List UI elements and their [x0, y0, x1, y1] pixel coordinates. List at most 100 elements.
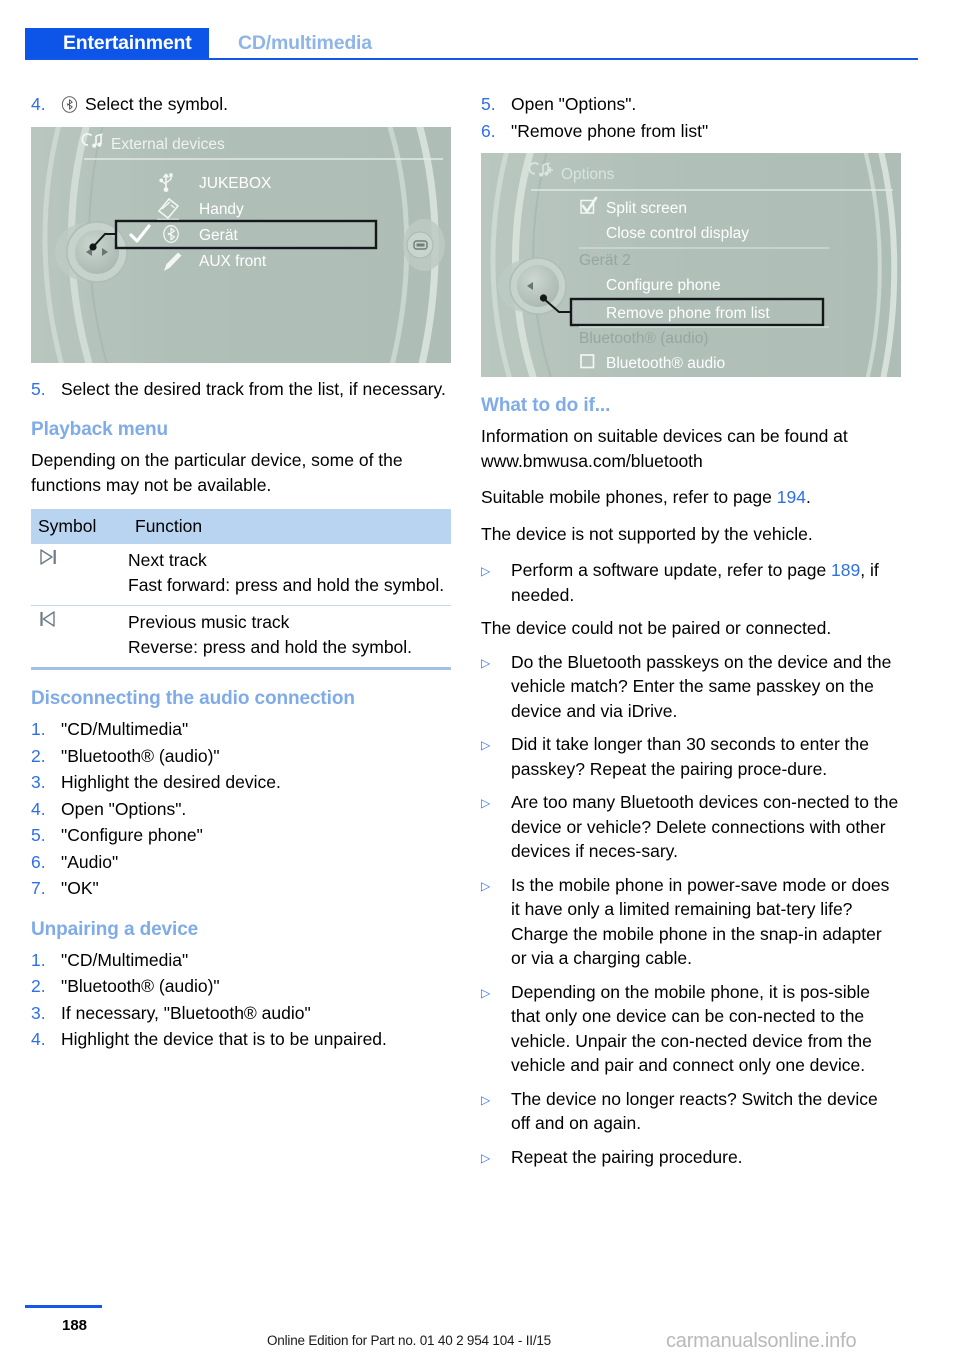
step-number: 4.	[31, 94, 46, 114]
suitable-phones-reference: Suitable mobile phones, refer to page 19…	[481, 485, 901, 510]
step-number: 2.	[31, 976, 46, 996]
column-header-function: Function	[128, 509, 451, 544]
site-watermark: carmanualsonline.info	[666, 1330, 857, 1352]
step-text: Highlight the device that is to be unpai…	[61, 1029, 387, 1049]
edition-notice: Online Edition for Part no. 01 40 2 954 …	[267, 1333, 551, 1348]
footer-rule	[25, 1305, 102, 1308]
step-text: "Bluetooth® (audio)"	[61, 745, 220, 766]
step-number: 3.	[31, 772, 46, 792]
section-heading-what-to-do-if: What to do if...	[481, 395, 611, 416]
next-track-icon	[31, 544, 128, 606]
options-idrive-screen: Options Split screen Close control displ…	[481, 153, 901, 377]
suitable-devices-info: Information on suitable devices can be f…	[481, 426, 848, 471]
step-text: "OK"	[61, 878, 99, 898]
disconnecting-steps: 1. "CD/Multimedia" 2. "Bluetooth® (audio)"…	[31, 717, 451, 901]
right-column: 5. Open "Options". 6. "Remove phone from l…	[481, 92, 901, 1180]
step-text: "Configure phone"	[61, 825, 203, 845]
step-text: "CD/Multimedia"	[61, 719, 189, 739]
bullet-text: Do the Bluetooth passkeys on the device …	[511, 651, 892, 721]
list-item: 4. Select the symbol.	[31, 92, 451, 117]
triangle-right-bullet-icon: ▷	[481, 564, 491, 578]
step-list-after-image: 5. Select the desired track from the lis…	[31, 377, 451, 402]
svg-text:Split screen: Split screen	[606, 200, 687, 217]
case-device-not-supported: The device is not supported by the vehic…	[481, 523, 813, 544]
section-heading-disconnecting: Disconnecting the audio connection	[31, 688, 355, 709]
external-devices-idrive-screen: External devices JUKEBOX Handy Gerät AUX…	[31, 126, 451, 363]
list-item: 3. If necessary, "Bluetooth® audio"	[31, 1001, 451, 1026]
list-item: ▷ Perform a software update, refer to pa…	[481, 558, 901, 607]
step-text: Open "Options".	[511, 94, 637, 114]
step-text: Open "Options".	[61, 798, 187, 819]
svg-text:Gerät 2: Gerät 2	[579, 252, 631, 269]
list-item: 4. Open "Options".	[31, 797, 451, 822]
playback-intro-text: Depending on the particular device, some…	[31, 450, 403, 495]
triangle-right-bullet-icon: ▷	[481, 738, 491, 752]
list-item: 4. Highlight the device that is to be unp…	[31, 1027, 451, 1052]
bullet-text: The device no longer reacts? Switch the …	[511, 1088, 878, 1134]
step-text: "Audio"	[61, 851, 119, 872]
list-item: ▷ The device no longer reacts? Switch th…	[481, 1087, 901, 1136]
table-cell-function: Next track Fast forward: press and hold …	[128, 544, 451, 606]
page-header: Entertainment CD/multimedia	[0, 0, 960, 62]
step-text: "CD/Multimedia"	[61, 949, 189, 970]
step-text: Highlight the desired device.	[61, 772, 281, 792]
step-number: 1.	[31, 949, 46, 970]
page-reference-link[interactable]: 189	[831, 560, 860, 580]
svg-text:JUKEBOX: JUKEBOX	[199, 175, 272, 192]
unpairing-steps: 1. "CD/Multimedia" 2. "Bluetooth® (audio)"…	[31, 948, 451, 1052]
list-item: 2. "Bluetooth® (audio)"	[31, 974, 451, 999]
ref-text-after: .	[805, 487, 811, 507]
step-text: Select the desired track from the list, …	[61, 378, 446, 399]
table-row: Next track Fast forward: press and hold …	[31, 544, 451, 606]
list-item: ▷ Do the Bluetooth passkeys on the devic…	[481, 650, 901, 724]
list-item: ▷ Is the mobile phone in power-save mode…	[481, 873, 901, 971]
function-line: Previous music track	[128, 612, 290, 632]
tab-entertainment[interactable]: Entertainment	[25, 28, 209, 59]
list-item: 5. Select the desired track from the lis…	[31, 377, 451, 402]
svg-text:Remove phone from list: Remove phone from list	[606, 305, 770, 322]
tab-cd-multimedia[interactable]: CD/multimedia	[238, 28, 372, 59]
header-divider	[25, 58, 918, 60]
case-device-not-paired: The device could not be paired or connec…	[481, 618, 832, 638]
list-item: ▷ Are too many Bluetooth devices con-nec…	[481, 790, 901, 864]
left-column: 4. Select the symbol. External devices J…	[31, 92, 451, 1054]
svg-text:Configure phone: Configure phone	[606, 277, 721, 294]
function-line: Reverse: press and hold the symbol.	[128, 636, 413, 657]
bullet-text-before: Perform a software update, refer to page	[511, 560, 832, 580]
table-cell-function: Previous music track Reverse: press and …	[128, 606, 451, 668]
bullet-list-case2: ▷ Do the Bluetooth passkeys on the devic…	[481, 650, 901, 1171]
bullet-text: Is the mobile phone in power-save mode o…	[511, 874, 890, 969]
section-heading-playback-menu: Playback menu	[31, 419, 169, 440]
ref-text-before: Suitable mobile phones, refer to page	[481, 487, 777, 507]
step-number: 3.	[31, 1002, 46, 1023]
step-list-continued: 4. Select the symbol.	[31, 92, 451, 117]
bluetooth-circle-icon	[61, 95, 78, 113]
step-number: 2.	[31, 745, 46, 766]
previous-track-icon	[31, 606, 128, 668]
list-item: 6. "Audio"	[31, 850, 451, 875]
triangle-right-bullet-icon: ▷	[481, 1092, 491, 1107]
list-item: 3. Highlight the desired device.	[31, 770, 451, 795]
function-line: Fast forward: press and hold the symbol.	[128, 574, 445, 595]
step-number: 5.	[481, 94, 496, 114]
step-number: 4.	[31, 1029, 46, 1049]
svg-text:Bluetooth® (audio): Bluetooth® (audio)	[579, 330, 708, 347]
step-number: 7.	[31, 878, 46, 898]
step-number: 1.	[31, 719, 46, 739]
list-item: ▷ Depending on the mobile phone, it is p…	[481, 980, 901, 1078]
step-text: Select the symbol.	[61, 92, 451, 117]
bullet-text: Depending on the mobile phone, it is pos…	[511, 981, 872, 1076]
table-bottom-rule	[31, 667, 451, 670]
step-number: 5.	[31, 825, 46, 845]
step-number: 4.	[31, 798, 46, 819]
step-number: 5.	[31, 378, 46, 399]
list-item: ▷ Did it take longer than 30 seconds to …	[481, 732, 901, 781]
list-item: 1. "CD/Multimedia"	[31, 717, 451, 742]
bullet-text: Repeat the pairing procedure.	[511, 1146, 743, 1167]
list-item: 6. "Remove phone from list"	[481, 119, 901, 144]
bullet-text: Did it take longer than 30 seconds to en…	[511, 734, 870, 779]
page-reference-link[interactable]: 194	[777, 487, 806, 507]
list-item: 7. "OK"	[31, 876, 451, 901]
page-number: 188	[62, 1317, 88, 1334]
right-step-list: 5. Open "Options". 6. "Remove phone from l…	[481, 92, 901, 143]
